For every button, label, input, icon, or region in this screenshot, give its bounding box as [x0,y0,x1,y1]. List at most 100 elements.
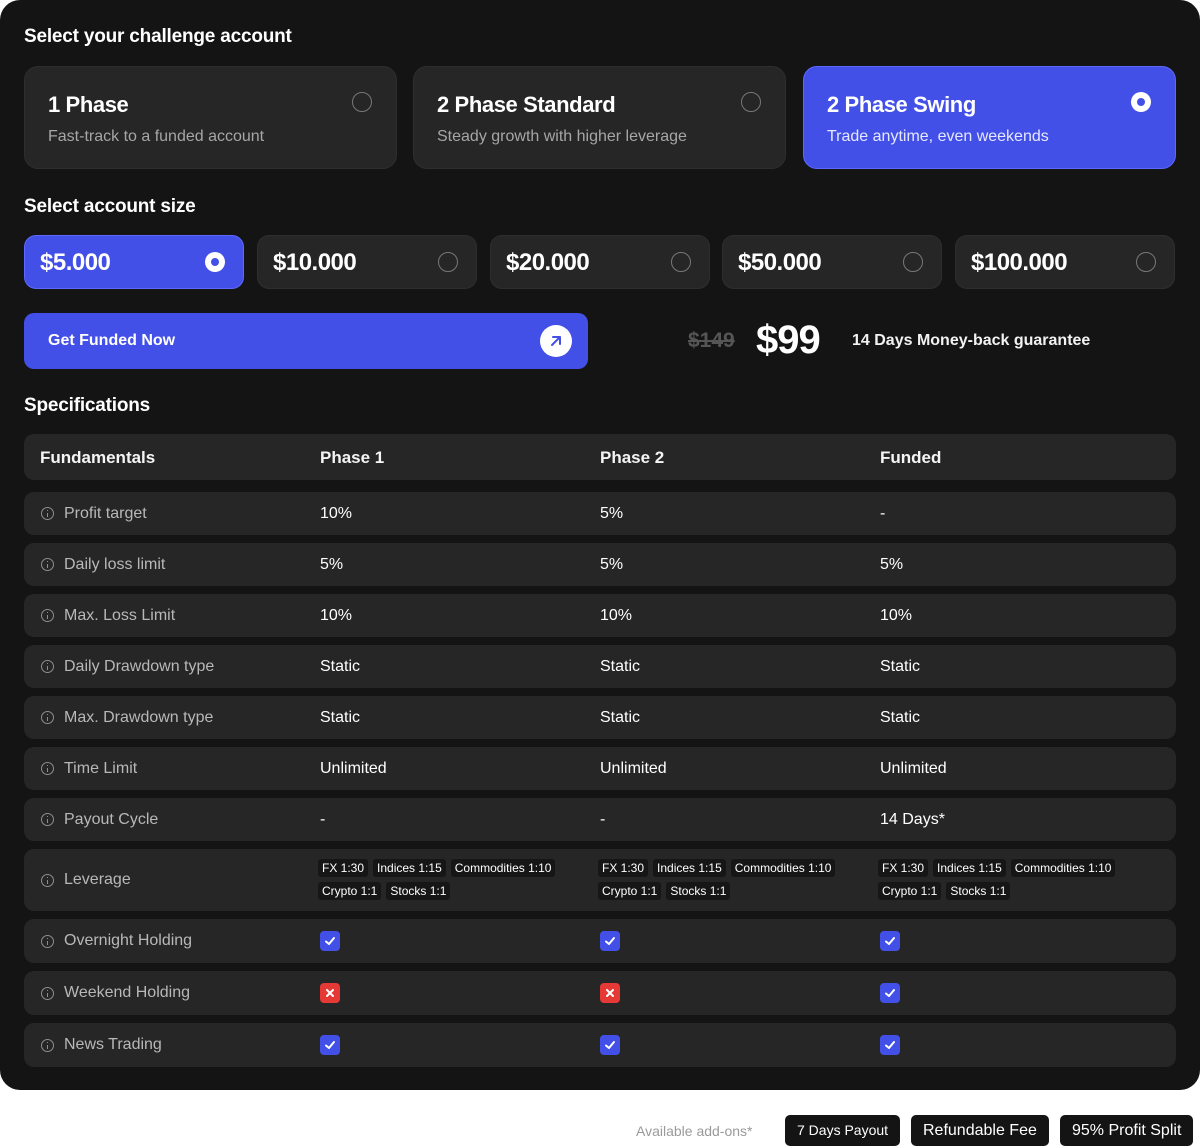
radio-icon[interactable] [671,252,691,272]
column-header: Phase 1 [320,448,385,467]
cell-phase-1: 5% [320,556,344,573]
leverage-chip: Stocks 1:1 [386,882,451,900]
radio-icon[interactable] [352,92,372,112]
table-row: Weekend Holding [24,971,1176,1015]
challenge-option-title: 2 Phase Standard [437,92,616,117]
cell-phase-2: 5% [600,505,624,522]
leverage-chip: Stocks 1:1 [946,882,1011,900]
row-label: Max. Drawdown type [64,709,214,726]
info-icon[interactable] [41,711,54,724]
size-option-10000[interactable]: $10.000 [257,235,477,289]
table-row: Profit target 10% 5% - [24,492,1176,535]
check-icon [320,931,340,951]
get-funded-button[interactable]: Get Funded Now [24,313,588,369]
info-icon[interactable] [41,762,54,775]
radio-selected-icon[interactable] [205,252,225,272]
info-icon[interactable] [41,813,54,826]
cell-funded: - [880,505,886,522]
challenge-option-2-phase-standard[interactable]: 2 Phase Standard Steady growth with high… [413,66,786,169]
column-header: Funded [880,448,942,467]
addon-profit-split[interactable]: 95% Profit Split [1060,1115,1194,1146]
cell-funded: Unlimited [880,760,947,777]
current-price: $99 [756,318,821,362]
row-label: Max. Loss Limit [64,607,176,624]
row-label: Weekend Holding [64,984,191,1001]
challenge-panel: Select your challenge account 1 Phase Fa… [0,0,1200,1090]
leverage-chip: Crypto 1:1 [318,882,382,900]
size-value: $5.000 [40,249,111,276]
radio-icon[interactable] [1136,252,1156,272]
size-value: $100.000 [971,249,1068,276]
cell-phase-2: - [600,811,606,828]
radio-selected-icon[interactable] [1131,92,1151,112]
info-icon[interactable] [41,874,54,887]
challenge-option-subtitle: Trade anytime, even weekends [827,128,1049,145]
cell-phase-1: Static [320,709,361,726]
cell-funded: Static [880,709,921,726]
radio-icon[interactable] [438,252,458,272]
challenge-option-subtitle: Fast-track to a funded account [48,128,265,145]
table-row: Max. Loss Limit 10% 10% 10% [24,594,1176,637]
leverage-chip: Commodities 1:10 [730,859,836,877]
leverage-chip: FX 1:30 [878,859,929,877]
table-row: Overnight Holding [24,919,1176,963]
info-icon[interactable] [41,660,54,673]
cell-funded: 10% [880,607,913,624]
table-row: Daily loss limit 5% 5% 5% [24,543,1176,586]
addon-refundable-fee[interactable]: Refundable Fee [911,1115,1049,1146]
row-label: Daily Drawdown type [64,658,215,675]
info-icon[interactable] [41,507,54,520]
leverage-chip: FX 1:30 [598,859,649,877]
check-icon [320,1035,340,1055]
addons-label: Available add-ons* [636,1123,753,1139]
info-icon[interactable] [41,609,54,622]
cross-icon [320,983,340,1003]
challenge-option-1-phase[interactable]: 1 Phase Fast-track to a funded account [24,66,397,169]
radio-icon[interactable] [903,252,923,272]
addon-7-days-payout[interactable]: 7 Days Payout [785,1115,901,1146]
radio-icon[interactable] [741,92,761,112]
table-row: News Trading [24,1023,1176,1067]
check-icon [880,931,900,951]
cell-phase-2: Static [600,658,641,675]
size-option-50000[interactable]: $50.000 [722,235,942,289]
column-header: Phase 2 [600,448,665,467]
guarantee-text: 14 Days Money-back guarantee [852,332,1091,349]
check-icon [600,1035,620,1055]
info-icon[interactable] [41,558,54,571]
row-label: Payout Cycle [64,811,159,828]
leverage-chips-phase-1: FX 1:30 Indices 1:15 Commodities 1:10 Crypt… [318,859,588,905]
leverage-chip: Indices 1:15 [933,859,1006,877]
table-row: Payout Cycle - - 14 Days* [24,798,1176,841]
cell-phase-2: Static [600,709,641,726]
table-row-leverage: Leverage FX 1:30 Indices 1:15 Commodities … [24,849,1176,911]
size-heading: Select account size [24,196,196,217]
info-icon[interactable] [41,935,54,948]
leverage-chip: Stocks 1:1 [666,882,731,900]
row-label: News Trading [64,1036,162,1053]
row-label: Overnight Holding [64,932,193,949]
cell-phase-1: Unlimited [320,760,387,777]
cell-phase-1: 10% [320,505,353,522]
old-price: $149 [688,329,735,352]
cell-funded: 14 Days* [880,811,945,828]
info-icon[interactable] [41,1039,54,1052]
cross-icon [600,983,620,1003]
get-funded-label: Get Funded Now [48,332,176,349]
size-option-5000[interactable]: $5.000 [24,235,244,289]
leverage-chips-funded: FX 1:30 Indices 1:15 Commodities 1:10 Crypt… [878,859,1148,905]
leverage-chip: Commodities 1:10 [1010,859,1116,877]
leverage-chip: Indices 1:15 [373,859,446,877]
size-value: $20.000 [506,249,590,276]
challenge-option-title: 2 Phase Swing [827,92,976,117]
cell-phase-2: Unlimited [600,760,667,777]
row-label: Leverage [64,871,131,888]
leverage-chip: FX 1:30 [318,859,369,877]
challenge-option-2-phase-swing[interactable]: 2 Phase Swing Trade anytime, even weeken… [803,66,1176,169]
challenge-option-title: 1 Phase [48,92,129,117]
size-option-20000[interactable]: $20.000 [490,235,710,289]
info-icon[interactable] [41,987,54,1000]
size-option-100000[interactable]: $100.000 [955,235,1175,289]
cell-phase-1: Static [320,658,361,675]
check-icon [880,983,900,1003]
